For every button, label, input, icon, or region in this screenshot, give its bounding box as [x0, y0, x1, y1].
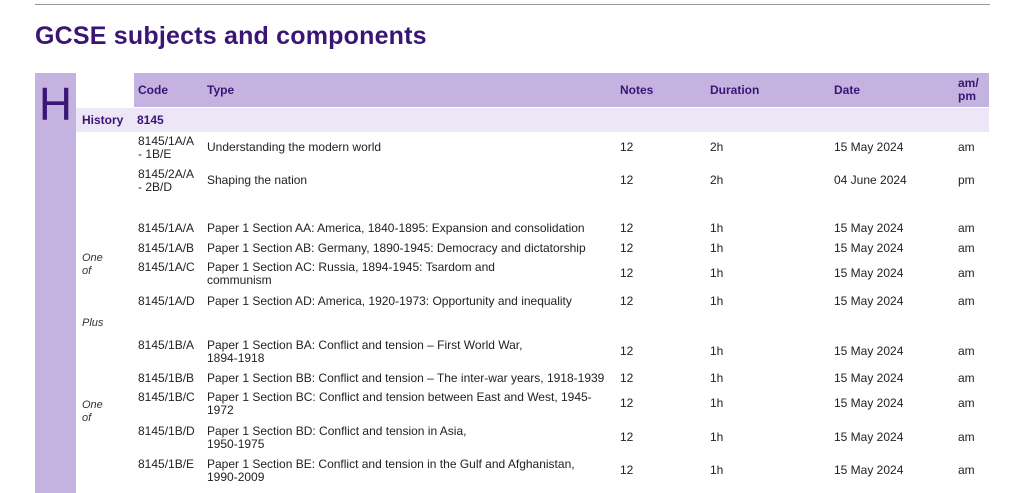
row-type: Shaping the nation — [207, 173, 308, 187]
row-duration: 1h — [710, 430, 724, 444]
subject-row: History 8145 — [76, 108, 989, 132]
row-code: 8145/1A/A — [138, 221, 195, 235]
row-notes: 12 — [620, 241, 634, 255]
header-code: Code — [138, 83, 168, 97]
header-date: Date — [834, 83, 861, 97]
row-duration: 1h — [710, 266, 724, 280]
row-duration: 1h — [710, 344, 724, 358]
row-code: 8145/1B/A — [138, 338, 195, 352]
row-ampm: am — [958, 221, 975, 235]
row-duration: 2h — [710, 173, 724, 187]
subject-name: History — [82, 113, 124, 127]
group-label-plus: Plus — [82, 317, 104, 329]
row-code: 8145/1A/C — [138, 260, 195, 274]
row-date: 04 June 2024 — [834, 173, 907, 187]
row-type-cont: 1990-2009 — [207, 470, 265, 484]
row-ampm: am — [958, 140, 975, 154]
row-date: 15 May 2024 — [834, 371, 904, 385]
row-notes: 12 — [620, 371, 634, 385]
row-notes: 12 — [620, 294, 634, 308]
header-ampm-line2: pm — [958, 89, 976, 103]
row-code: 8145/1A/B — [138, 241, 195, 255]
row-duration: 1h — [710, 221, 724, 235]
header-type: Type — [207, 83, 235, 97]
row-notes: 12 — [620, 463, 634, 477]
row-date: 15 May 2024 — [834, 266, 904, 280]
group-label-one-of-2: One — [82, 399, 103, 411]
row-duration: 1h — [710, 294, 724, 308]
header-duration: Duration — [710, 83, 760, 97]
row-type-cont: 1950-1975 — [207, 437, 265, 451]
group-label-of-2: of — [82, 412, 92, 424]
row-duration: 2h — [710, 140, 724, 154]
row-ampm: am — [958, 371, 975, 385]
row-type-cont: 1894-1918 — [207, 351, 265, 365]
row-duration: 1h — [710, 241, 724, 255]
row-duration: 1h — [710, 463, 724, 477]
page-title: GCSE subjects and components — [35, 22, 427, 50]
group-label-one-of-1: One — [82, 252, 103, 264]
row-notes: 12 — [620, 221, 634, 235]
section-letter-bar: H — [35, 73, 76, 493]
row-date: 15 May 2024 — [834, 396, 904, 410]
row-notes: 12 — [620, 140, 634, 154]
row-ampm: am — [958, 266, 975, 280]
row-ampm: am — [958, 396, 975, 410]
row-date: 15 May 2024 — [834, 344, 904, 358]
row-duration: 1h — [710, 371, 724, 385]
row-code-cont: - 2B/D — [138, 180, 173, 194]
row-ampm: am — [958, 344, 975, 358]
row-type-cont: communism — [207, 273, 272, 287]
row-type: Paper 1 Section AA: America, 1840-1895: … — [207, 221, 585, 235]
row-notes: 12 — [620, 396, 634, 410]
row-type: Paper 1 Section BC: Conflict and tension… — [207, 390, 592, 404]
row-ampm: am — [958, 430, 975, 444]
row-date: 15 May 2024 — [834, 140, 904, 154]
row-ampm: am — [958, 463, 975, 477]
row-notes: 12 — [620, 266, 634, 280]
row-ampm: am — [958, 241, 975, 255]
group-label-of-1: of — [82, 265, 92, 277]
row-ampm: pm — [958, 173, 975, 187]
row-duration: 1h — [710, 396, 724, 410]
row-date: 15 May 2024 — [834, 463, 904, 477]
row-type-cont: 1972 — [207, 403, 234, 417]
row-type: Paper 1 Section AD: America, 1920-1973: … — [207, 294, 572, 308]
header-notes: Notes — [620, 83, 654, 97]
row-code: 8145/1B/B — [138, 371, 195, 385]
row-date: 15 May 2024 — [834, 294, 904, 308]
section-letter: H — [38, 78, 73, 130]
table-header — [134, 73, 989, 107]
row-code: 8145/1B/C — [138, 390, 195, 404]
row-code: 8145/1B/D — [138, 424, 195, 438]
row-date: 15 May 2024 — [834, 221, 904, 235]
row-notes: 12 — [620, 430, 634, 444]
row-notes: 12 — [620, 173, 634, 187]
row-code-cont: - 1B/E — [138, 147, 172, 161]
top-divider — [35, 4, 990, 5]
row-type: Paper 1 Section AB: Germany, 1890-1945: … — [207, 241, 586, 255]
row-ampm: am — [958, 294, 975, 308]
row-code: 8145/1B/E — [138, 457, 195, 471]
row-notes: 12 — [620, 344, 634, 358]
row-code: 8145/1A/D — [138, 294, 195, 308]
subject-code: 8145 — [137, 113, 164, 127]
row-type: Understanding the modern world — [207, 140, 382, 154]
row-type: Paper 1 Section BB: Conflict and tension… — [207, 371, 605, 385]
row-date: 15 May 2024 — [834, 430, 904, 444]
row-date: 15 May 2024 — [834, 241, 904, 255]
